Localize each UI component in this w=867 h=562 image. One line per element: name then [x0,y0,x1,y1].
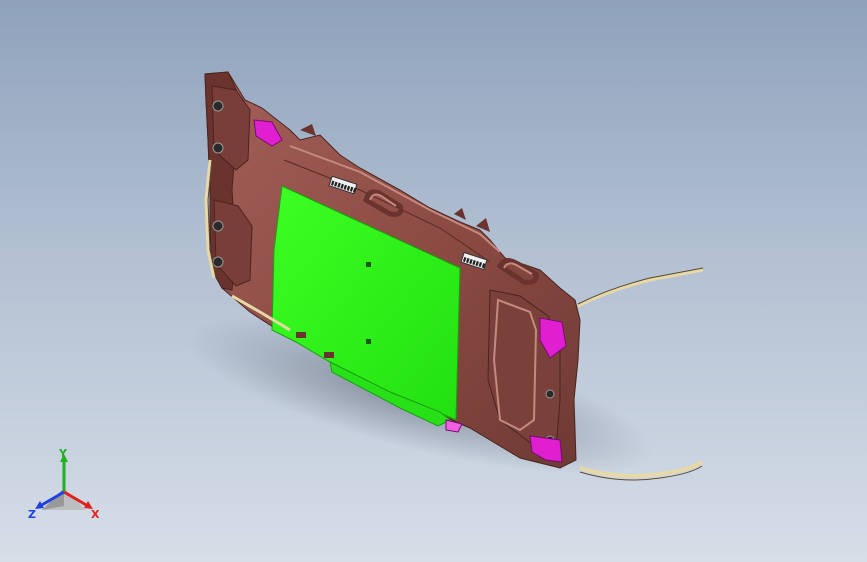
notch [454,208,466,220]
z-axis-label: Z [28,508,36,521]
bolt [212,220,224,232]
lug [296,332,306,338]
wire-top-right [577,268,704,308]
bolt [212,142,224,154]
bolt [212,256,224,268]
mount-point [366,262,371,267]
lug [324,352,334,358]
x-axis-label: X [91,508,100,521]
bolt [212,100,224,112]
coordinate-triad: Y X Z [28,448,100,521]
bolt [545,389,555,399]
graphics-viewport[interactable]: ▮▮▮▮▮▮▮▮ ▮▮▮▮▮▮▮ [0,0,867,562]
mount-point [366,339,371,344]
notch [300,124,316,136]
y-axis-label: Y [58,448,68,460]
